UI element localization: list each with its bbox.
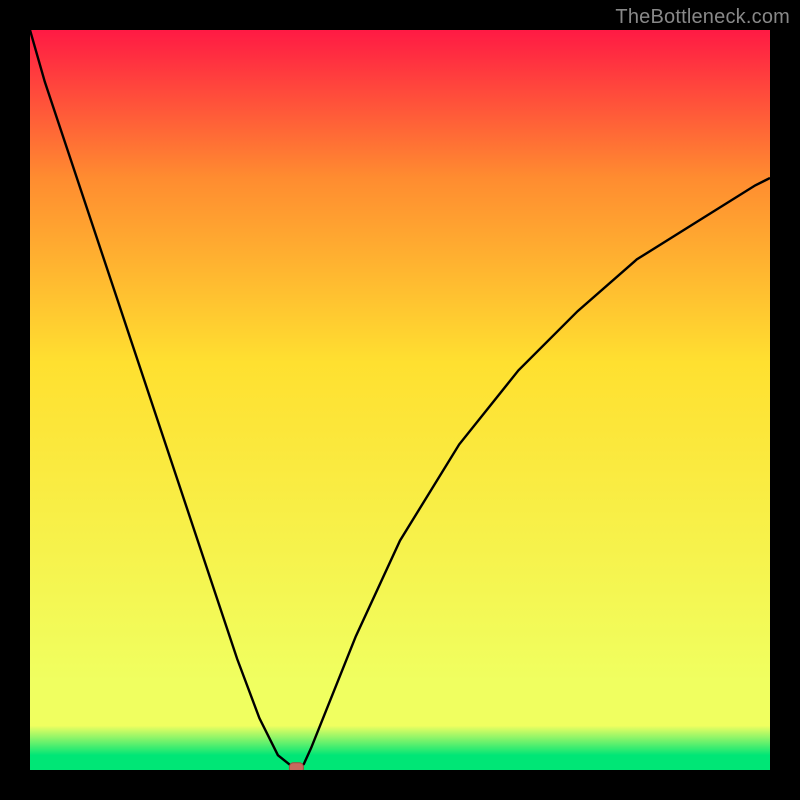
optimal-point-marker — [289, 763, 303, 770]
attribution-label: TheBottleneck.com — [615, 6, 790, 29]
plot-area — [30, 30, 770, 770]
chart-svg — [30, 30, 770, 770]
gradient-background — [30, 30, 770, 770]
chart-frame: TheBottleneck.com — [0, 0, 800, 800]
